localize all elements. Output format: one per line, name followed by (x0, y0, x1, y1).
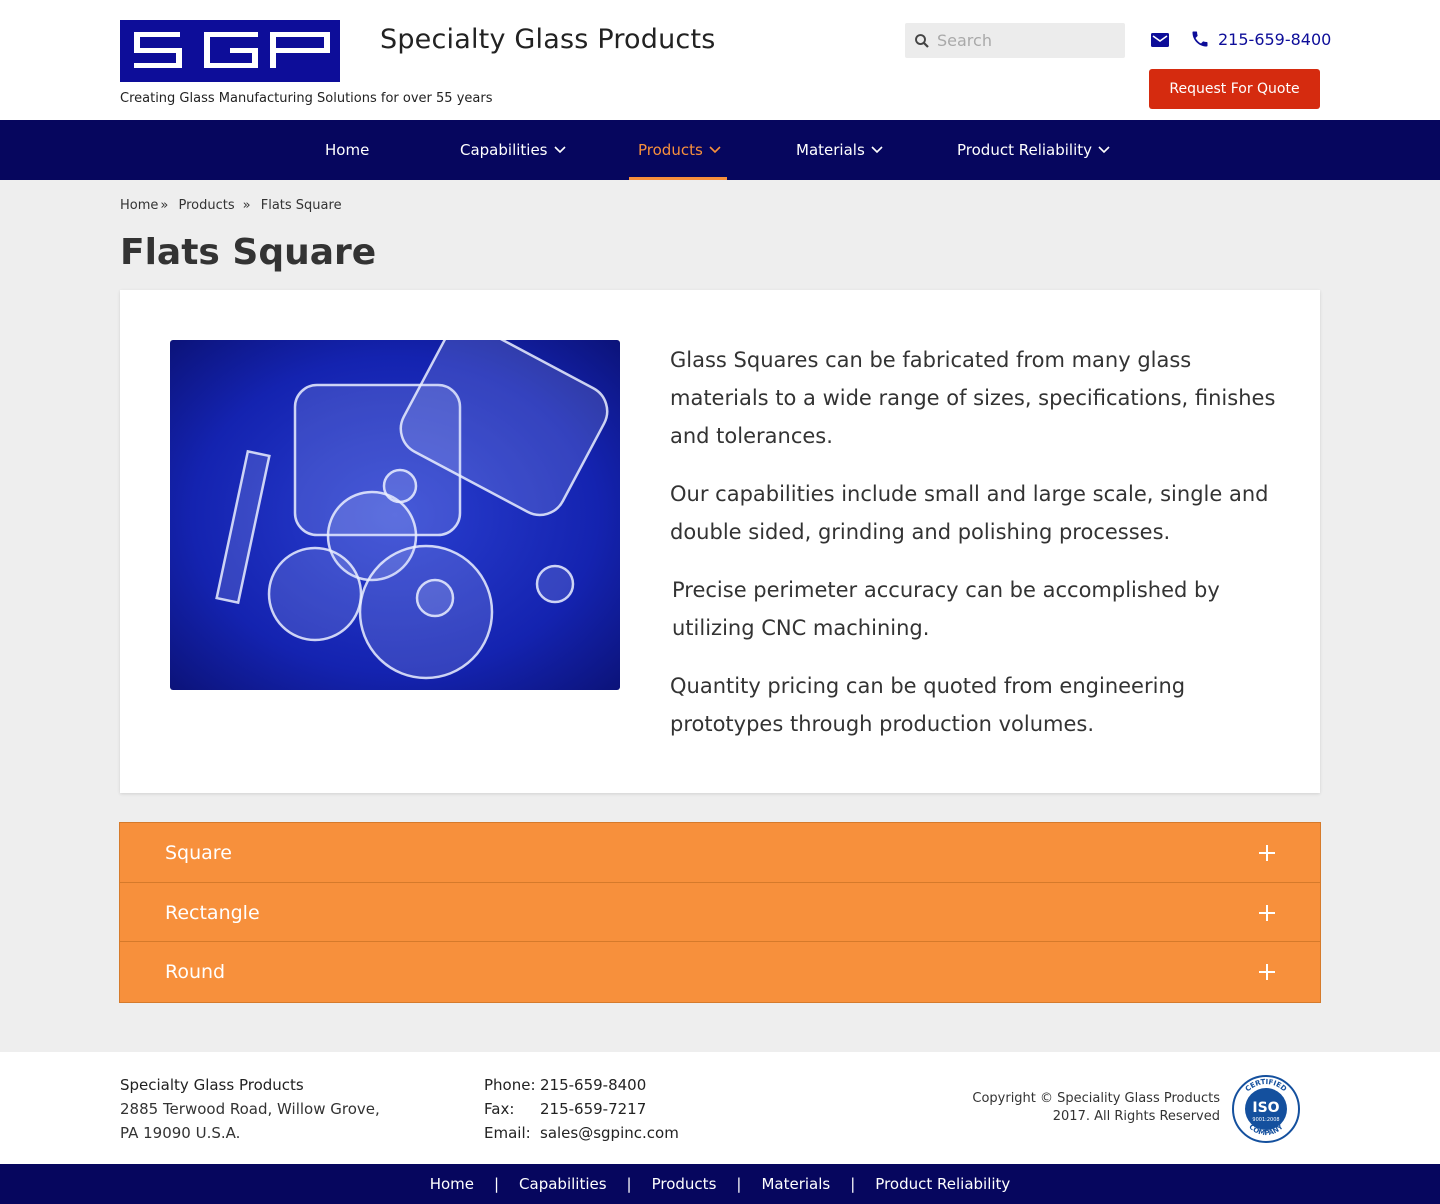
tagline: Creating Glass Manufacturing Solutions f… (120, 91, 493, 106)
footer-address-line: PA 19090 U.S.A. (120, 1124, 241, 1142)
chevron-down-icon (871, 146, 883, 154)
plus-icon (1259, 964, 1275, 980)
footer-nav-products[interactable]: Products (652, 1175, 717, 1193)
nav-item-label: Home (325, 141, 370, 159)
breadcrumb: Home» Products» Flats Square (120, 198, 342, 213)
description-paragraph: Our capabilities include small and large… (670, 482, 1269, 544)
nav-item-label: Capabilities (460, 141, 548, 159)
nav-item-product-reliability[interactable]: Product Reliability (957, 120, 1110, 180)
badge-number-text: 9001:2008 (1252, 1117, 1279, 1123)
breadcrumb-current: Flats Square (260, 198, 342, 213)
footer-nav-separator: | (850, 1175, 856, 1193)
phone-link[interactable]: 215-659-8400 (1190, 29, 1331, 49)
footer-fax-label: Fax: (484, 1100, 515, 1118)
sgp-logo[interactable] (120, 20, 340, 82)
mail-icon (1151, 33, 1169, 47)
phone-number: 215-659-8400 (1218, 29, 1332, 49)
search-icon (915, 33, 929, 48)
main-nav: Home Capabilities Products Materials Pro… (0, 120, 1440, 180)
footer-address-line: 2885 Terwood Road, Willow Grove, (120, 1100, 380, 1118)
sgp-logo-mark (134, 32, 330, 68)
nav-item-materials[interactable]: Materials (796, 120, 883, 180)
footer-fax-number: 215-659-7217 (540, 1100, 647, 1118)
footer-nav-materials[interactable]: Materials (761, 1175, 830, 1193)
footer-nav-capabilities[interactable]: Capabilities (519, 1175, 607, 1193)
nav-item-capabilities[interactable]: Capabilities (460, 120, 566, 180)
email-link[interactable] (1150, 31, 1170, 49)
nav-item-label: Product Reliability (957, 141, 1093, 159)
footer-email-link[interactable]: sales@sgpinc.com (540, 1124, 679, 1142)
footer-company-name: Specialty Glass Products (120, 1076, 304, 1094)
site-footer: Specialty Glass Products 2885 Terwood Ro… (0, 1052, 1440, 1164)
glass-squares-image (170, 340, 620, 690)
accordion-item-label: Square (165, 842, 232, 864)
footer-nav-separator: | (736, 1175, 742, 1193)
accordion-item-round[interactable]: Round (120, 942, 1320, 1002)
request-quote-button[interactable]: Request For Quote (1149, 69, 1320, 109)
accordion-item-rectangle[interactable]: Rectangle (120, 883, 1320, 943)
accordion-item-label: Rectangle (165, 902, 260, 924)
footer-copyright: Copyright © Speciality Glass Products 20… (972, 1091, 1220, 1124)
breadcrumb-separator: » (242, 198, 251, 213)
site-title: Specialty Glass Products (380, 24, 716, 55)
nav-item-label: Products (638, 141, 703, 159)
product-card: Glass Squares can be fabricated from man… (120, 290, 1320, 793)
footer-nav-product-reliability[interactable]: Product Reliability (875, 1175, 1010, 1193)
search-box[interactable] (905, 23, 1125, 58)
footer-fax: Fax: 215-659-7217 (484, 1100, 646, 1118)
site-header: Creating Glass Manufacturing Solutions f… (0, 0, 1440, 120)
nav-item-products[interactable]: Products (638, 120, 721, 180)
breadcrumb-home[interactable]: Home (120, 198, 158, 213)
search-input[interactable] (937, 31, 1117, 50)
nav-active-indicator (629, 177, 727, 180)
breadcrumb-products[interactable]: Products (179, 198, 235, 213)
nav-item-label: Materials (796, 141, 865, 159)
chevron-down-icon (1098, 146, 1110, 154)
footer-email: Email: sales@sgpinc.com (484, 1124, 679, 1142)
accordion-item-square[interactable]: Square (120, 823, 1320, 883)
footer-phone-label: Phone: (484, 1076, 536, 1094)
footer-nav: Home | Capabilities | Products | Materia… (0, 1164, 1440, 1204)
footer-nav-home[interactable]: Home (430, 1175, 474, 1193)
footer-email-label: Email: (484, 1124, 531, 1142)
description-paragraph: Glass Squares can be fabricated from man… (670, 348, 1276, 448)
chevron-down-icon (553, 146, 566, 154)
page-title: Flats Square (120, 232, 377, 273)
description-paragraph: Quantity pricing can be quoted from engi… (670, 674, 1186, 736)
plus-icon (1259, 905, 1275, 921)
footer-phone-link[interactable]: 215-659-8400 (540, 1076, 646, 1094)
breadcrumb-separator: » (160, 198, 169, 213)
accordion-item-label: Round (165, 961, 226, 983)
iso-certified-badge: CERTIFIED COMPANY ISO 9001:2008 (1232, 1075, 1300, 1143)
nav-item-home[interactable]: Home (325, 120, 369, 180)
badge-iso-text: ISO (1252, 1100, 1279, 1116)
description-paragraph: Precise perimeter accuracy can be accomp… (672, 578, 1220, 640)
plus-icon (1259, 845, 1275, 861)
footer-nav-separator: | (626, 1175, 632, 1193)
footer-nav-separator: | (493, 1175, 500, 1193)
footer-phone: Phone: 215-659-8400 (484, 1076, 646, 1094)
phone-icon (1192, 31, 1208, 47)
product-accordion: Square Rectangle Round (119, 822, 1321, 1003)
chevron-down-icon (709, 146, 721, 154)
